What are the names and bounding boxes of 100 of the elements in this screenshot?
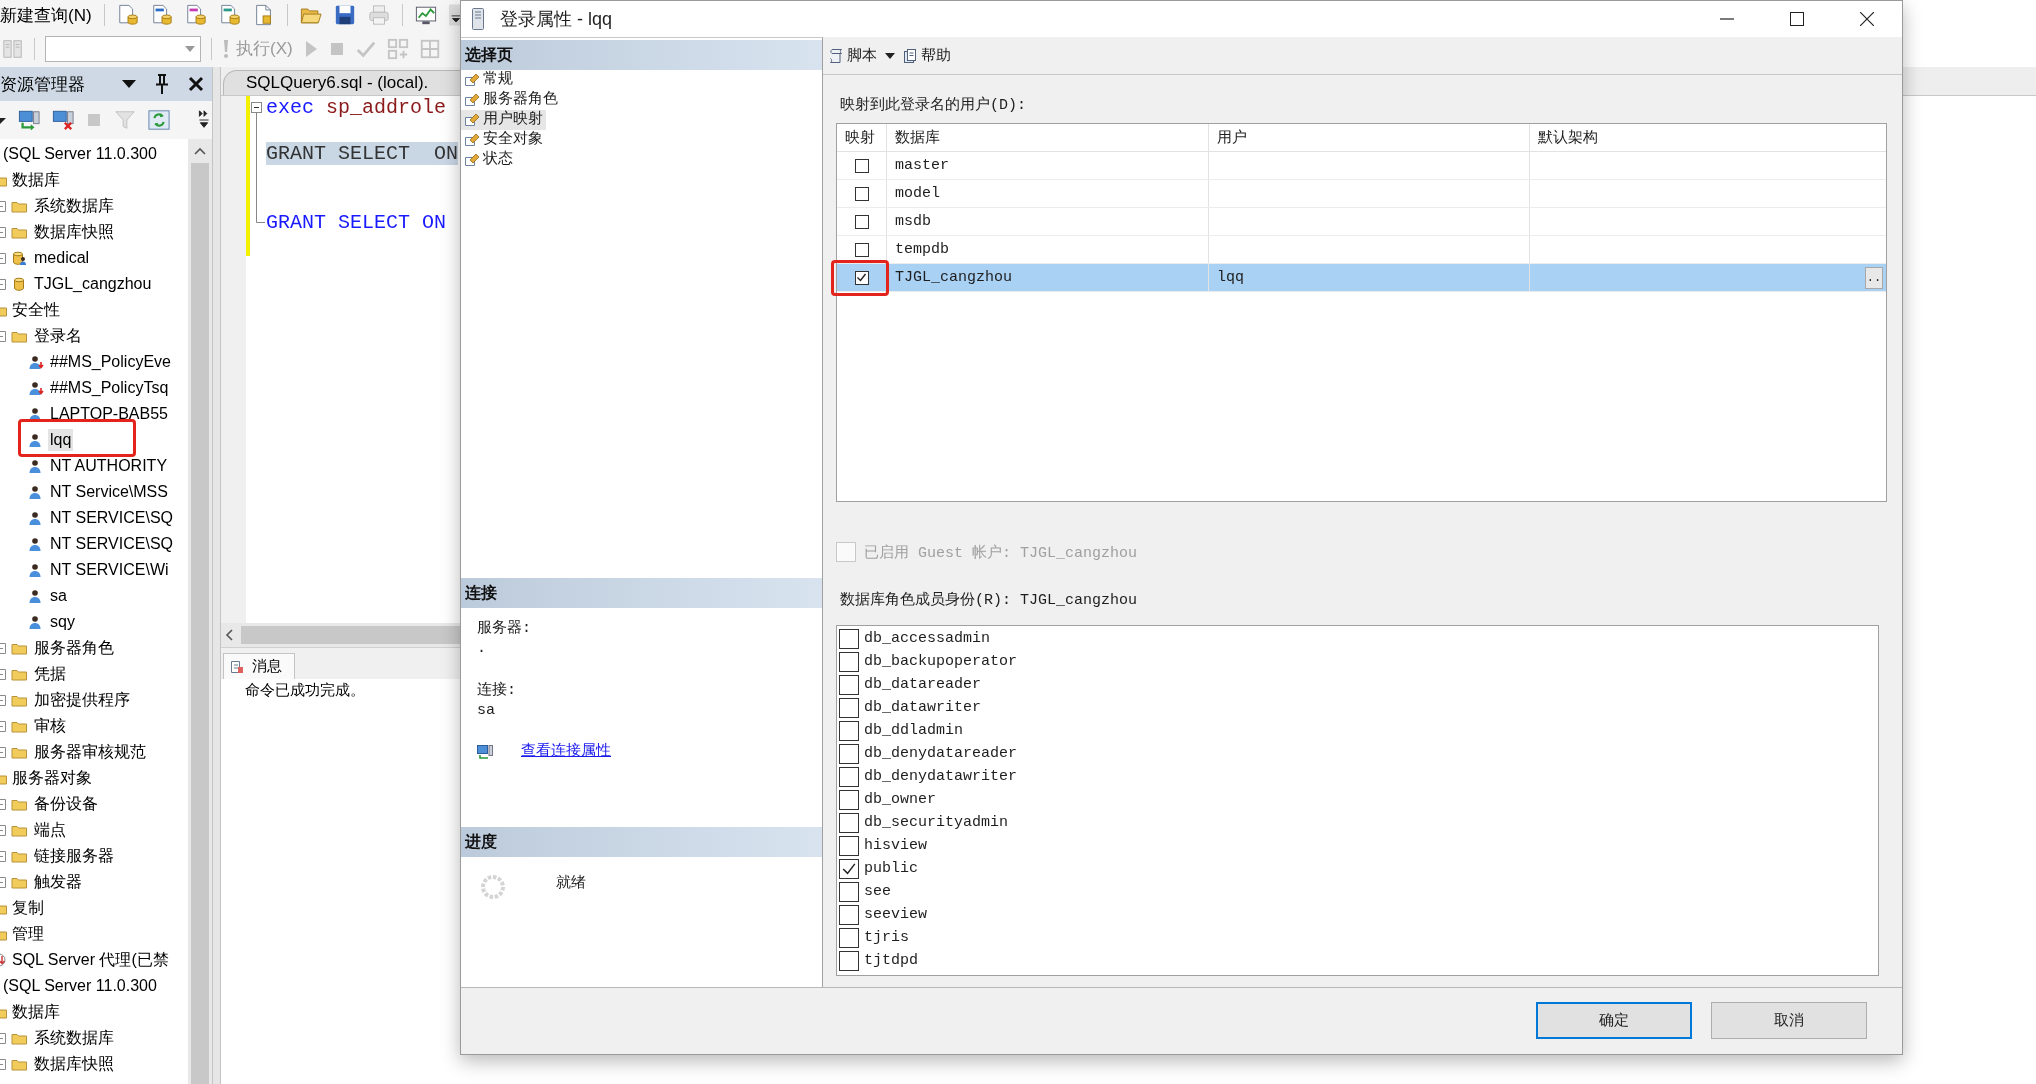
tree-item[interactable]: NT SERVICE\SQ: [48, 507, 175, 529]
checkbox[interactable]: [839, 720, 859, 741]
checkbox[interactable]: [839, 628, 859, 649]
expander-icon[interactable]: [0, 668, 6, 680]
tree-item[interactable]: medical: [32, 247, 92, 269]
checkbox-label[interactable]: tjris: [864, 927, 909, 948]
toolbar-overflow-icon[interactable]: [198, 109, 210, 131]
checkbox-label[interactable]: public: [864, 858, 918, 879]
checkbox-label[interactable]: db_backupoperator: [864, 651, 1018, 672]
checkbox-label[interactable]: db_ddladmin: [864, 720, 964, 741]
scroll-left-icon[interactable]: [225, 629, 233, 641]
expander-icon[interactable]: [0, 226, 6, 238]
checkbox[interactable]: [854, 158, 869, 173]
checkbox-label[interactable]: hisview: [864, 835, 927, 856]
grid-row[interactable]: TJGL_cangzhou lqq ..: [837, 264, 1886, 292]
tree-item[interactable]: sa: [48, 585, 69, 607]
expander-icon[interactable]: [0, 278, 6, 290]
help-button[interactable]: 帮助: [903, 46, 951, 65]
dropdown-caret-icon[interactable]: [885, 52, 895, 59]
close-icon[interactable]: [188, 76, 204, 92]
query-document-icon[interactable]: [184, 4, 207, 26]
expander-icon[interactable]: [0, 200, 6, 212]
tree-item[interactable]: 安全性: [10, 299, 62, 321]
tree-item[interactable]: LAPTOP-BAB55: [48, 403, 170, 425]
checkbox-label[interactable]: see: [864, 881, 891, 902]
tree-item[interactable]: 数据库快照: [32, 1053, 116, 1075]
tree-item[interactable]: NT SERVICE\SQ: [48, 533, 175, 555]
checkbox-label[interactable]: db_accessadmin: [864, 628, 991, 649]
tree-item[interactable]: 数据库: [10, 169, 62, 191]
tree-item[interactable]: 服务器对象: [10, 767, 94, 789]
tree-item[interactable]: 系统数据库: [32, 1027, 116, 1049]
dropdown-caret-icon[interactable]: [122, 80, 136, 88]
tree-item[interactable]: NT AUTHORITY: [48, 455, 170, 477]
grid-row[interactable]: msdb: [837, 208, 1886, 236]
expander-icon[interactable]: [0, 720, 6, 732]
tree-item[interactable]: 系统数据库: [32, 195, 116, 217]
expander-icon[interactable]: [0, 746, 6, 758]
tree-item[interactable]: lqq: [48, 429, 74, 451]
checkbox-label[interactable]: db_datawriter: [864, 697, 982, 718]
checkbox[interactable]: [839, 858, 859, 879]
tree-item[interactable]: 管理: [10, 923, 46, 945]
expander-icon[interactable]: [0, 876, 6, 888]
page-item[interactable]: 用户映射: [461, 110, 546, 130]
checkbox[interactable]: [839, 950, 859, 971]
tree-item[interactable]: 备份设备: [32, 793, 100, 815]
checkbox[interactable]: [839, 674, 859, 695]
tree-item[interactable]: 数据库: [10, 1001, 62, 1023]
browse-button[interactable]: ..: [1865, 266, 1883, 289]
expander-icon[interactable]: [0, 1032, 6, 1044]
database-dropdown[interactable]: [45, 35, 201, 62]
scrollbar-thumb[interactable]: [191, 163, 209, 1084]
pin-icon[interactable]: [156, 74, 168, 94]
checkbox[interactable]: [839, 651, 859, 672]
checkbox-label[interactable]: db_denydatareader: [864, 743, 1018, 764]
tree-item[interactable]: 服务器角色: [32, 637, 116, 659]
checkbox[interactable]: [839, 743, 859, 764]
save-icon[interactable]: [333, 4, 356, 26]
tree-item[interactable]: (SQL Server 11.0.300: [1, 975, 159, 997]
new-query-button[interactable]: 新建查询(N): [0, 3, 92, 27]
expander-icon[interactable]: [0, 798, 6, 810]
tree-item[interactable]: NT SERVICE\Wi: [48, 559, 171, 581]
tree-item[interactable]: 服务器审核规范: [32, 741, 148, 763]
scroll-up-icon[interactable]: [194, 147, 206, 155]
checkbox-label[interactable]: db_datareader: [864, 674, 982, 695]
tree-item[interactable]: 凭据: [32, 663, 68, 685]
checkbox[interactable]: [839, 881, 859, 902]
caret-icon[interactable]: [0, 116, 6, 124]
column-header[interactable]: 用户: [1209, 124, 1530, 151]
ok-button[interactable]: 确定: [1536, 1002, 1692, 1039]
expander-icon[interactable]: [0, 330, 6, 342]
grid-row[interactable]: model: [837, 180, 1886, 208]
checkbox[interactable]: [839, 812, 859, 833]
query-document-icon[interactable]: [218, 4, 241, 26]
page-item[interactable]: 状态: [461, 150, 516, 170]
connect-icon[interactable]: [18, 109, 40, 131]
tree-item[interactable]: 加密提供程序: [32, 689, 132, 711]
refresh-icon[interactable]: [148, 109, 170, 131]
tree-item[interactable]: 数据库快照: [32, 221, 116, 243]
checkbox[interactable]: [839, 766, 859, 787]
checkbox-label[interactable]: db_denydatawriter: [864, 766, 1018, 787]
expander-icon[interactable]: [0, 824, 6, 836]
checkbox[interactable]: [839, 904, 859, 925]
tree-item[interactable]: TJGL_cangzhou: [32, 273, 154, 295]
checkbox-label[interactable]: seeview: [864, 904, 927, 925]
checkbox-label[interactable]: db_securityadmin: [864, 812, 1009, 833]
checkbox[interactable]: [839, 927, 859, 948]
collapse-icon[interactable]: [251, 102, 262, 113]
tree-item[interactable]: 端点: [32, 819, 68, 841]
expander-icon[interactable]: [0, 850, 6, 862]
checkbox[interactable]: [839, 835, 859, 856]
page-item[interactable]: 安全对象: [461, 130, 546, 150]
expander-icon[interactable]: [0, 694, 6, 706]
checkbox-label[interactable]: db_owner: [864, 789, 936, 810]
checkbox[interactable]: [839, 697, 859, 718]
expander-icon[interactable]: [0, 252, 6, 264]
expander-icon[interactable]: [0, 642, 6, 654]
messages-tab[interactable]: 消息: [223, 653, 295, 679]
tree-item[interactable]: 复制: [10, 897, 46, 919]
connection-properties-link[interactable]: 查看连接属性: [521, 742, 611, 762]
disconnect-icon[interactable]: [52, 109, 74, 131]
